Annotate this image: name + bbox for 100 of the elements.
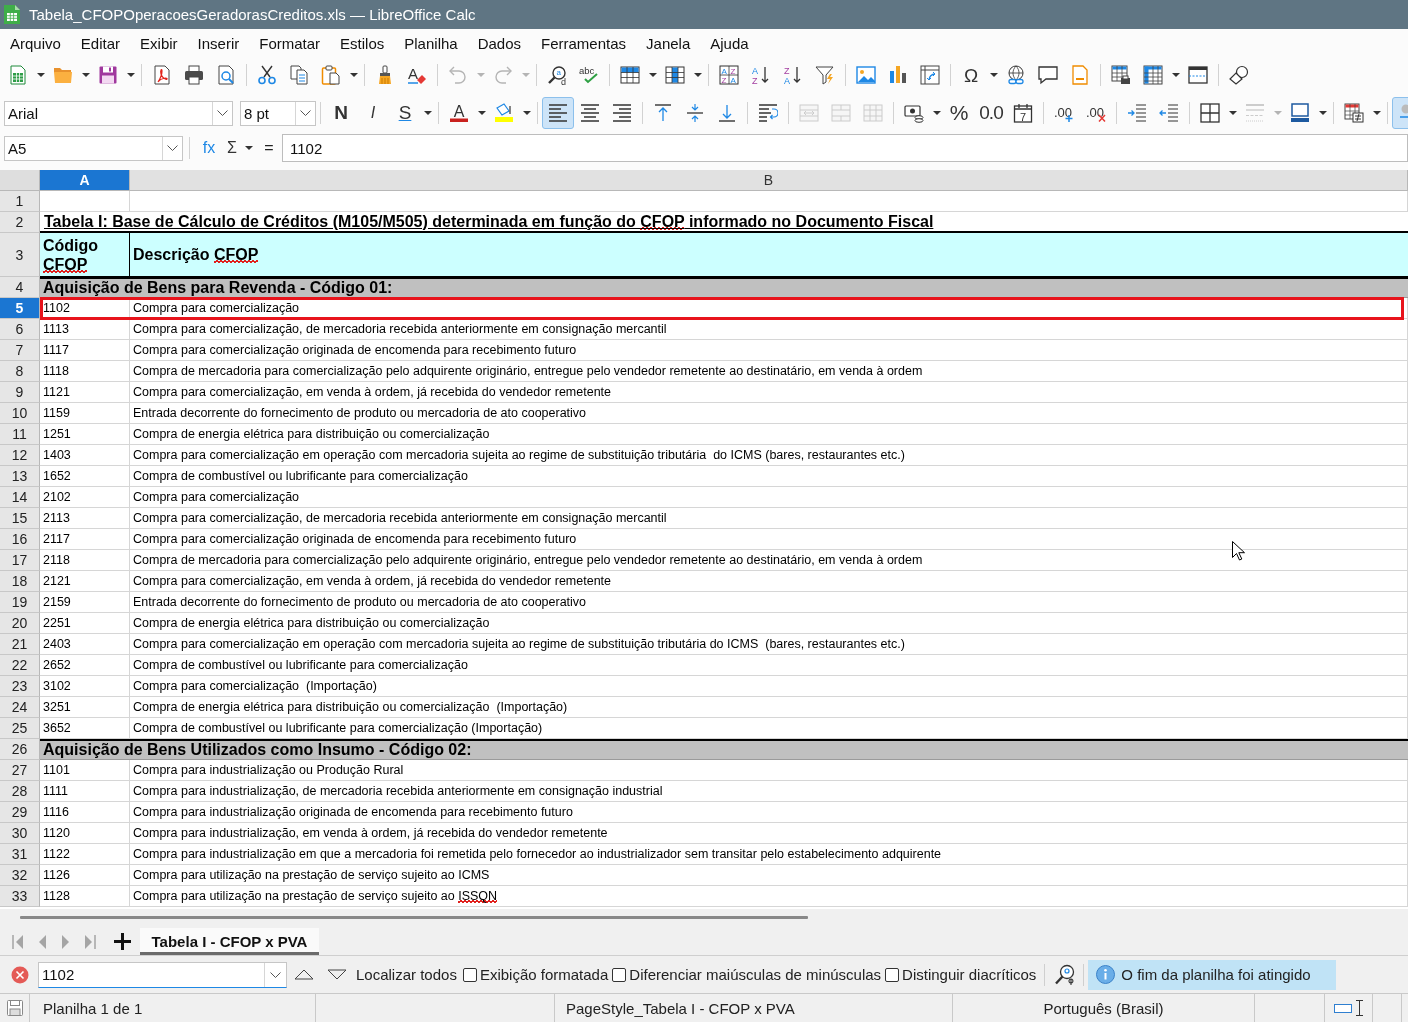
font-name-field[interactable]: Arial [4, 100, 233, 126]
caret-icon[interactable] [693, 73, 702, 77]
sum-button[interactable]: Σ [222, 135, 242, 161]
row-header[interactable]: 22 [0, 655, 40, 676]
row-header[interactable]: 2 [0, 212, 40, 233]
row-header[interactable]: 27 [0, 760, 40, 781]
formula-button[interactable]: = [256, 135, 282, 161]
caret-icon[interactable] [245, 146, 253, 150]
checkbox-label[interactable]: Exibição formatada [479, 966, 609, 983]
menu-item[interactable]: Editar [70, 32, 131, 54]
menu-item[interactable]: Formatar [249, 32, 331, 54]
row-header[interactable]: 28 [0, 781, 40, 802]
column-header[interactable]: A [40, 170, 130, 191]
align-left-button[interactable] [542, 97, 574, 129]
row-header[interactable]: 23 [0, 676, 40, 697]
row-header[interactable]: 3 [0, 233, 40, 277]
sort-descending-button[interactable]: Z A [777, 59, 809, 91]
menu-item[interactable]: Exibir [130, 32, 188, 54]
sheet-tab[interactable]: Tabela I - CFOP x PVA [140, 928, 319, 955]
row-header[interactable]: 4 [0, 277, 40, 298]
row-header[interactable]: 13 [0, 466, 40, 487]
row-header[interactable]: 6 [0, 319, 40, 340]
name-box[interactable]: A5 [4, 135, 183, 161]
add-decimal-button[interactable]: .00 [1048, 97, 1080, 129]
scissors-icon [257, 65, 277, 85]
row-header[interactable]: 31 [0, 844, 40, 865]
checkbox[interactable] [612, 967, 627, 982]
row-header[interactable]: 8 [0, 361, 40, 382]
menu-item[interactable]: Ferramentas [531, 32, 637, 54]
font-color-button[interactable]: A [443, 97, 475, 129]
date-format-button[interactable]: 7 [1007, 97, 1039, 129]
formula-input-field[interactable]: 1102 [282, 134, 1408, 162]
caret-icon[interactable] [648, 73, 657, 77]
special-character-button[interactable]: Ω [955, 59, 987, 91]
percent-button[interactable]: % [943, 97, 975, 129]
checkbox[interactable] [885, 967, 900, 982]
row-header[interactable]: 24 [0, 697, 40, 718]
caret-icon[interactable] [522, 111, 531, 115]
row-header[interactable]: 5 [0, 298, 40, 319]
caret-icon[interactable] [36, 73, 45, 77]
find-replace-button[interactable]: a d [541, 59, 573, 91]
selection-mode-icon[interactable] [1334, 1003, 1352, 1013]
checkbox-label[interactable]: Diferenciar maiúsculas de minúsculas [629, 966, 882, 983]
caret-icon[interactable] [349, 73, 358, 77]
caret-icon[interactable] [423, 111, 432, 115]
checkbox[interactable] [462, 967, 477, 982]
caret-icon[interactable] [1228, 111, 1237, 115]
menu-item[interactable]: Dados [467, 32, 531, 54]
row-header[interactable]: 17 [0, 550, 40, 571]
row-header[interactable]: 15 [0, 508, 40, 529]
caret-icon[interactable] [477, 111, 486, 115]
menu-item[interactable]: Ajuda [700, 32, 759, 54]
row-header[interactable]: 10 [0, 403, 40, 424]
checkbox-label[interactable]: Distinguir diacríticos [902, 966, 1037, 983]
row-header[interactable]: 30 [0, 823, 40, 844]
row-header[interactable]: 20 [0, 613, 40, 634]
caret-icon[interactable] [932, 111, 941, 115]
caret-icon[interactable] [126, 73, 135, 77]
menu-item[interactable]: Planilha [394, 32, 468, 54]
sort-ascending-button[interactable]: A Z [745, 59, 777, 91]
scrollbar-thumb[interactable] [20, 916, 808, 919]
row-header[interactable]: 29 [0, 802, 40, 823]
sort-button[interactable]: A Z Z A [713, 59, 745, 91]
search-field[interactable]: 1102 [38, 961, 287, 988]
find-all-button[interactable]: Localizar todos [354, 966, 459, 983]
row-header[interactable]: 21 [0, 634, 40, 655]
close-icon[interactable] [11, 965, 29, 984]
row-header[interactable]: 9 [0, 382, 40, 403]
row-header[interactable]: 14 [0, 487, 40, 508]
column-header[interactable]: B [130, 170, 1408, 191]
caret-icon[interactable] [1171, 73, 1180, 77]
spelling-button[interactable]: abc [573, 59, 605, 91]
caret-icon[interactable] [1372, 111, 1381, 115]
row-header[interactable]: 26 [0, 739, 40, 760]
delete-decimal-button[interactable]: .00 [1080, 97, 1112, 129]
row-header[interactable]: 16 [0, 529, 40, 550]
function-wizard-button[interactable]: fx [196, 135, 222, 161]
caret-icon[interactable] [989, 73, 998, 77]
row-header[interactable]: 19 [0, 592, 40, 613]
number-format-button[interactable]: 0.0 [975, 97, 1007, 129]
row-header[interactable]: 12 [0, 445, 40, 466]
italic-button[interactable]: I [357, 97, 389, 129]
menu-item[interactable]: Janela [636, 32, 701, 54]
caret-icon[interactable] [1318, 111, 1327, 115]
menu-item[interactable]: Inserir [187, 32, 250, 54]
clear-formatting-button[interactable]: A [401, 59, 433, 91]
menu-item[interactable]: Estilos [330, 32, 395, 54]
underline-button[interactable]: S [389, 97, 421, 129]
row-header[interactable]: 1 [0, 191, 40, 212]
row-header[interactable]: 18 [0, 571, 40, 592]
menu-item[interactable]: Arquivo [0, 32, 71, 54]
row-header[interactable]: 25 [0, 718, 40, 739]
row-header[interactable]: 7 [0, 340, 40, 361]
row-header[interactable]: 11 [0, 424, 40, 445]
row-header[interactable]: 33 [0, 886, 40, 907]
font-size-field[interactable]: 8 pt [240, 100, 316, 126]
row-header[interactable]: 32 [0, 865, 40, 886]
caret-icon[interactable] [81, 73, 90, 77]
bold-button[interactable]: N [325, 97, 357, 129]
table-cell: 3251 [40, 697, 130, 718]
